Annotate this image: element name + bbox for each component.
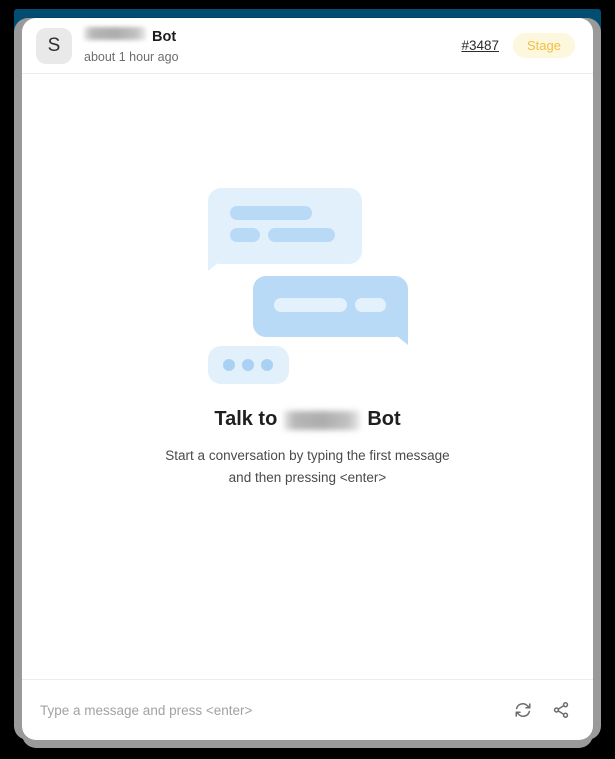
conversation-timestamp: about 1 hour ago (84, 50, 179, 64)
message-composer (22, 679, 593, 740)
header-actions: #3487 Stage (461, 33, 575, 58)
chat-empty-state: Talk to Bot Start a conversation by typi… (22, 74, 593, 679)
illustration-bubble-tail (207, 250, 234, 272)
share-icon[interactable] (549, 698, 573, 722)
chat-card: S Bot about 1 hour ago #3487 Stage Talk … (22, 18, 593, 740)
refresh-icon[interactable] (511, 698, 535, 722)
illustration-typing-indicator (207, 346, 289, 385)
empty-state-subtitle: Start a conversation by typing the first… (165, 445, 449, 488)
avatar: S (36, 27, 72, 64)
header-text: Bot about 1 hour ago (84, 26, 461, 64)
illustration-bubble-tail (381, 324, 408, 346)
empty-state-title-suffix: Bot (367, 408, 401, 431)
bot-name-redacted (84, 26, 146, 40)
bot-name-row: Bot (84, 26, 461, 45)
ticket-link[interactable]: #3487 (461, 38, 499, 53)
empty-state-title: Talk to Bot (214, 408, 401, 431)
typing-dot (241, 359, 254, 372)
chat-header: S Bot about 1 hour ago #3487 Stage (22, 18, 593, 74)
typing-dot (222, 359, 235, 372)
empty-state-subtitle-line-1: Start a conversation by typing the first… (165, 448, 450, 464)
empty-state-name-redacted (284, 411, 361, 431)
message-input[interactable] (40, 702, 497, 718)
screen: S Bot about 1 hour ago #3487 Stage Talk … (0, 0, 615, 759)
typing-dot (260, 359, 273, 372)
illustration-text-bar (229, 228, 260, 243)
illustration-text-bar (354, 298, 386, 313)
illustration-text-bar (273, 298, 347, 313)
chat-bubbles-illustration (205, 188, 411, 385)
empty-state-subtitle-line-2: and then pressing <enter> (228, 470, 387, 485)
status-badge: Stage (513, 33, 575, 58)
empty-state-title-prefix: Talk to (214, 408, 278, 431)
bot-name-suffix: Bot (152, 28, 177, 45)
illustration-text-bar (267, 228, 335, 243)
illustration-text-bar (229, 206, 312, 221)
